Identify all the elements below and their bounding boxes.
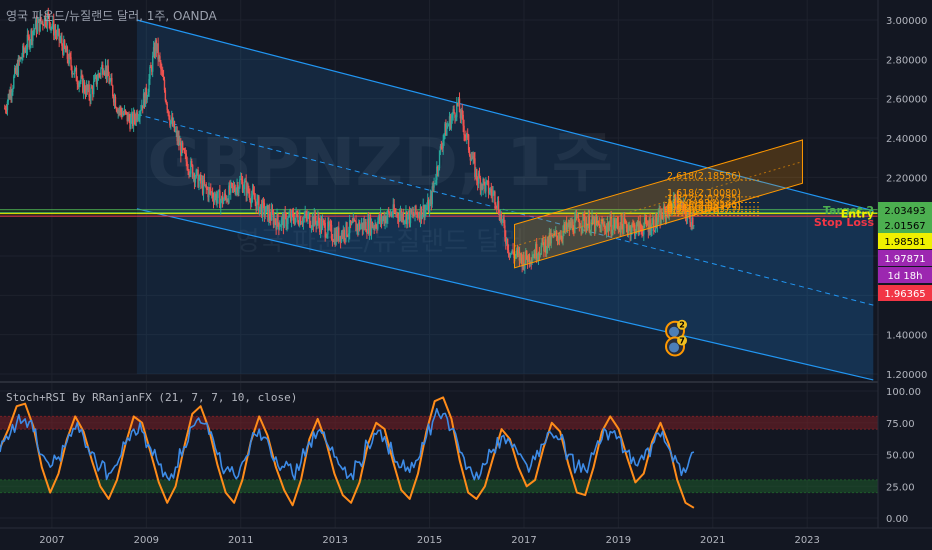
time-axis[interactable]: 2007 2009 2011 2013 2015 2017 2019 2021 2023 — [39, 535, 820, 546]
trading-chart[interactable]: GBPNZD, 1주 영국 파운드/뉴질랜드 달러 Target 2EntryS… — [0, 0, 932, 550]
candle-body — [346, 222, 348, 236]
price-tick-label: 2.20000 — [886, 173, 927, 184]
candle-body — [164, 90, 167, 101]
time-tick-label: 2009 — [134, 535, 159, 546]
price-badge-text: 1.96365 — [884, 289, 925, 300]
indicator-tick-label: 100.00 — [886, 387, 921, 398]
time-tick-label: 2023 — [794, 535, 819, 546]
candle-body — [463, 125, 465, 136]
price-badge-text: 1.98581 — [884, 237, 925, 248]
candle-body — [264, 212, 266, 216]
time-tick-label: 2007 — [39, 535, 64, 546]
price-tick-label: 1.20000 — [886, 370, 927, 381]
marker-count: 2 — [679, 321, 685, 330]
event-markers[interactable]: 27 — [665, 319, 688, 357]
indicator-tick-label: 0.00 — [886, 514, 908, 525]
price-tick-label: 2.40000 — [886, 134, 927, 145]
candle-body — [36, 22, 39, 33]
candle-body — [243, 181, 246, 190]
price-badge-text: 1d 18h — [888, 271, 923, 282]
marker-count: 7 — [679, 336, 685, 345]
time-tick-label: 2017 — [511, 535, 536, 546]
candle-body — [92, 81, 95, 95]
indicator-tick-label: 50.00 — [886, 451, 915, 462]
candle-body — [90, 87, 92, 101]
price-tick-label: 2.60000 — [886, 95, 927, 106]
indicator-tick-label: 25.00 — [886, 482, 915, 493]
candle-body — [415, 205, 417, 214]
candle-body — [13, 76, 15, 88]
symbol-title[interactable]: 영국 파운드/뉴질랜드 달러, 1주, OANDA — [6, 9, 217, 23]
fib-level-label: 0(1.96365) — [667, 207, 720, 218]
panel-divider[interactable] — [0, 381, 932, 383]
candle-body — [279, 226, 281, 230]
level-label: Stop Loss — [814, 216, 875, 229]
price-tick-label: 3.00000 — [886, 16, 927, 27]
globe-icon — [669, 342, 680, 353]
price-badge-text: 2.01567 — [884, 221, 925, 232]
candle-body — [166, 103, 168, 110]
candle-body — [239, 179, 241, 188]
candle-body — [254, 199, 256, 202]
indicator-tick-label: 75.00 — [886, 419, 915, 430]
price-tick-label: 2.80000 — [886, 55, 927, 66]
candle-body — [114, 96, 117, 108]
candle-body — [217, 190, 219, 199]
globe-icon — [669, 326, 680, 337]
candle-body — [70, 57, 72, 67]
price-badge-text: 1.97871 — [884, 254, 925, 265]
candle-body — [343, 229, 345, 239]
candle-body — [111, 77, 113, 86]
indicator-title[interactable]: Stoch+RSI By RRanjanFX (21, 7, 7, 10, cl… — [6, 391, 297, 404]
candle-body — [495, 204, 497, 206]
time-tick-label: 2011 — [228, 535, 253, 546]
indicator-zone — [0, 479, 878, 493]
candle-body — [146, 96, 148, 100]
candle-body — [507, 250, 510, 253]
candle-body — [453, 109, 455, 113]
candle-body — [287, 217, 289, 225]
time-tick-label: 2021 — [700, 535, 725, 546]
candle-body — [277, 214, 279, 223]
price-tick-label: 1.40000 — [886, 331, 927, 342]
price-badges: 2.03493 2.01567 1.98581 1.97871 1d 18h 1.9636… — [878, 202, 932, 301]
price-badge-text: 2.03493 — [884, 206, 925, 217]
candle-body — [96, 80, 99, 85]
candle-body — [151, 55, 154, 72]
fib-level-label: 2.618(2.18556) — [667, 171, 741, 182]
time-tick-label: 2015 — [417, 535, 442, 546]
candle-body — [149, 67, 151, 79]
candle-body — [692, 217, 694, 226]
time-tick-label: 2013 — [322, 535, 347, 546]
candle-body — [693, 225, 695, 227]
candle-body — [181, 142, 184, 149]
time-tick-label: 2019 — [606, 535, 631, 546]
candle-body — [100, 68, 102, 76]
